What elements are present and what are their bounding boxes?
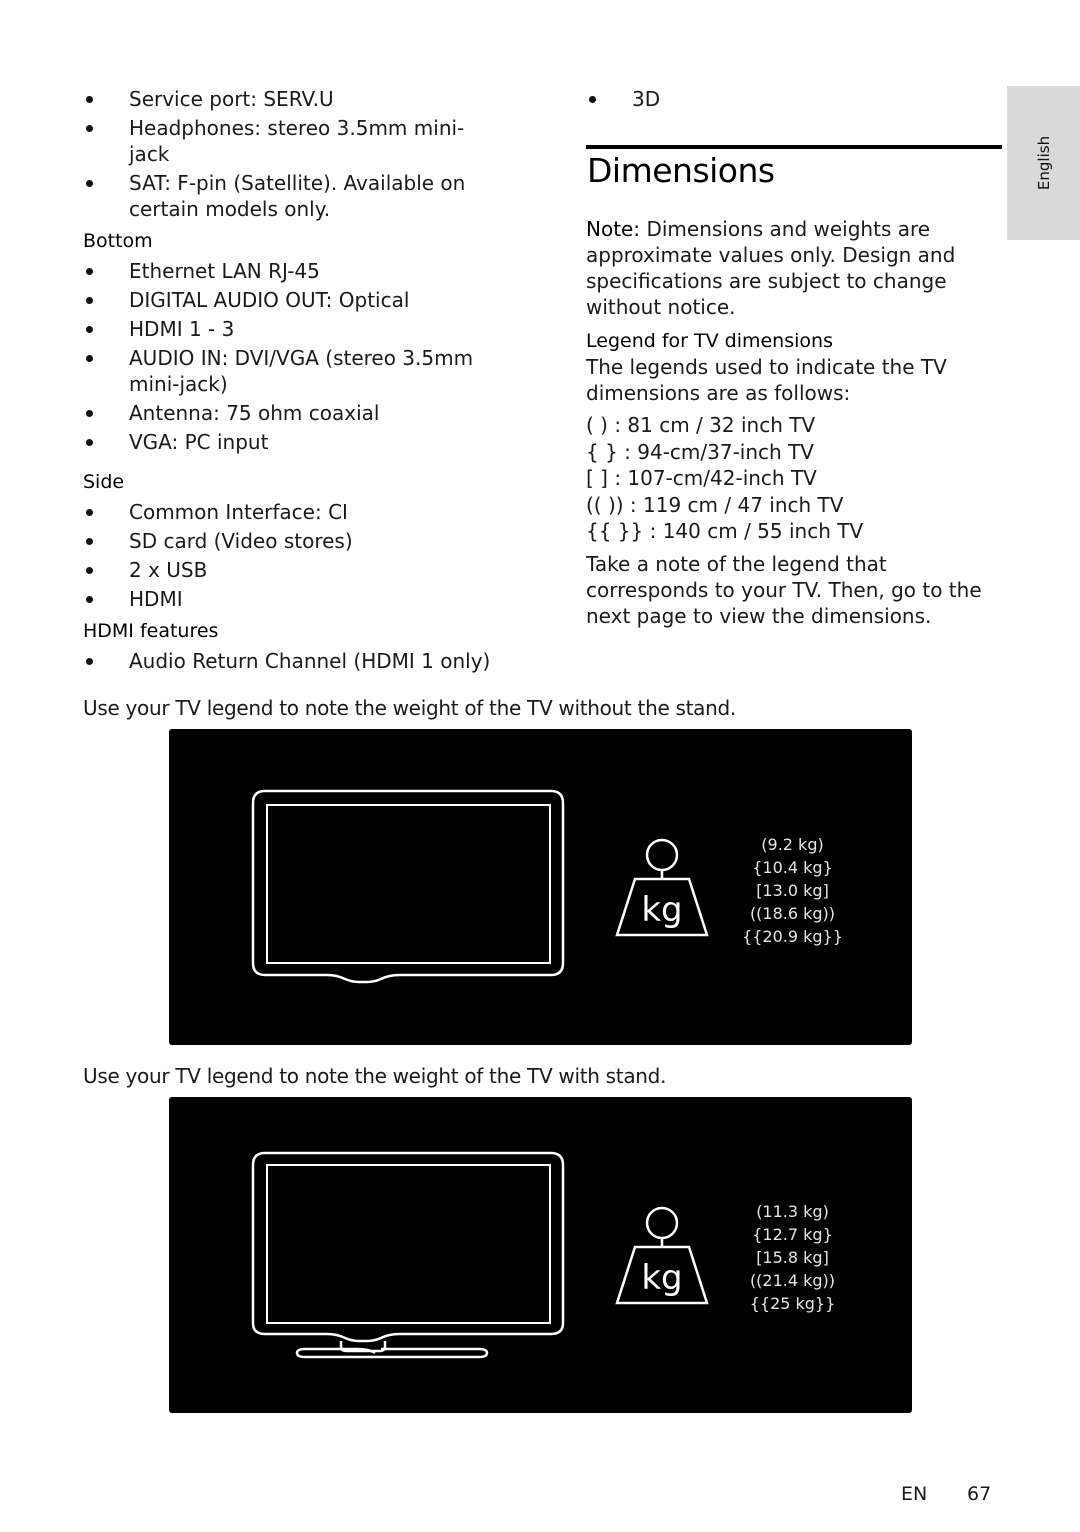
language-tab-label: English bbox=[1034, 135, 1053, 191]
legend-list: ( ) : 81 cm / 32 inch TV { } : 94-cm/37-… bbox=[586, 412, 996, 545]
legend-item: [ ] : 107-cm/42-inch TV bbox=[586, 466, 817, 490]
list-item: Common Interface: CI bbox=[83, 499, 503, 525]
section-title: Dimensions bbox=[587, 151, 775, 190]
weight-value: {12.7 kg} bbox=[752, 1225, 833, 1244]
weight-value: ((18.6 kg)) bbox=[749, 904, 836, 923]
bottom-heading: Bottom bbox=[83, 230, 153, 252]
hdmi-features-list: Audio Return Channel (HDMI 1 only) bbox=[83, 648, 503, 674]
legend-item: { } : 94-cm/37-inch TV bbox=[586, 439, 814, 464]
list-item: Antenna: 75 ohm coaxial bbox=[83, 400, 503, 426]
list-item: DIGITAL AUDIO OUT: Optical bbox=[83, 287, 503, 313]
features-list: 3D bbox=[586, 86, 996, 112]
page-number: 67 bbox=[967, 1483, 992, 1505]
weight-value: {{25 kg}} bbox=[749, 1294, 836, 1313]
list-item: Headphones: stereo 3.5mm mini-jack bbox=[83, 115, 503, 167]
dimensions-body: Note: Dimensions and weights are approxi… bbox=[586, 216, 996, 629]
bottom-connectors-list: Ethernet LAN RJ-45 DIGITAL AUDIO OUT: Op… bbox=[83, 258, 503, 455]
list-item: 2 x USB bbox=[83, 557, 503, 583]
side-heading: Side bbox=[83, 471, 125, 493]
weight-value: ((21.4 kg)) bbox=[749, 1271, 836, 1290]
closing-paragraph: Take a note of the legend that correspon… bbox=[586, 551, 982, 628]
legend-intro: The legends used to indicate the TV dime… bbox=[586, 355, 947, 405]
weight-value: {10.4 kg} bbox=[752, 858, 833, 877]
list-item: HDMI bbox=[83, 586, 503, 612]
right-column-top: 3D bbox=[586, 86, 996, 115]
list-item: Service port: SERV.U bbox=[83, 86, 503, 112]
list-item: Ethernet LAN RJ-45 bbox=[83, 258, 503, 284]
figure-caption-with-stand: Use your TV legend to note the weight of… bbox=[83, 1064, 667, 1088]
weight-value: [15.8 kg] bbox=[756, 1248, 829, 1267]
legend-item: ( ) : 81 cm / 32 inch TV bbox=[586, 413, 816, 437]
weight-value: [13.0 kg] bbox=[756, 881, 829, 900]
weight-value: {{20.9 kg}} bbox=[742, 927, 843, 946]
list-item: SAT: F-pin (Satellite). Available on cer… bbox=[83, 170, 503, 222]
left-column: Service port: SERV.U Headphones: stereo … bbox=[83, 86, 503, 677]
legend-heading: Legend for TV dimensions bbox=[586, 330, 833, 352]
side-connectors-list: Common Interface: CI SD card (Video stor… bbox=[83, 499, 503, 612]
weight-icon-label: kg bbox=[641, 1258, 682, 1298]
weight-value: (9.2 kg) bbox=[761, 835, 824, 854]
weight-icon-label: kg bbox=[641, 890, 682, 930]
legend-item: (( )) : 119 cm / 47 inch TV bbox=[586, 492, 844, 517]
list-item: Audio Return Channel (HDMI 1 only) bbox=[83, 648, 503, 674]
language-tab: English bbox=[1007, 86, 1080, 240]
note-label: Note: bbox=[586, 217, 641, 241]
hdmi-features-heading: HDMI features bbox=[83, 620, 219, 642]
list-item: AUDIO IN: DVI/VGA (stereo 3.5mm mini-jac… bbox=[83, 345, 503, 397]
weights-list-with-stand: (11.3 kg) {12.7 kg} [15.8 kg] ((21.4 kg)… bbox=[740, 1200, 845, 1315]
footer-language-code: EN bbox=[901, 1483, 928, 1505]
note-text: Dimensions and weights are approximate v… bbox=[586, 217, 956, 319]
list-item: 3D bbox=[586, 86, 996, 112]
weights-list-without-stand: (9.2 kg) {10.4 kg} [13.0 kg] ((18.6 kg))… bbox=[740, 833, 845, 948]
legend-item: {{ }} : 140 cm / 55 inch TV bbox=[586, 519, 864, 543]
note-paragraph: Note: Dimensions and weights are approxi… bbox=[586, 216, 996, 320]
list-item: SD card (Video stores) bbox=[83, 528, 503, 554]
list-item: VGA: PC input bbox=[83, 429, 503, 455]
list-item: HDMI 1 - 3 bbox=[83, 316, 503, 342]
weight-value: (11.3 kg) bbox=[756, 1202, 829, 1221]
figure-caption-without-stand: Use your TV legend to note the weight of… bbox=[83, 696, 736, 720]
rear-connectors-list: Service port: SERV.U Headphones: stereo … bbox=[83, 86, 503, 222]
